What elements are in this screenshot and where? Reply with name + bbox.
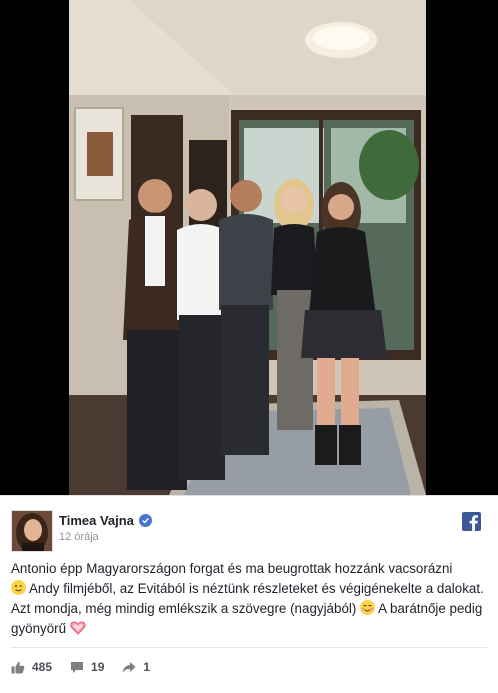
photo-frame xyxy=(0,0,498,495)
post-text: Antonio épp Magyarországon forgat és ma … xyxy=(11,559,487,639)
share-count-button[interactable]: 1 xyxy=(122,660,150,674)
like-count: 485 xyxy=(32,660,53,674)
group-photo-image xyxy=(69,0,426,495)
facebook-logo-icon[interactable] xyxy=(462,512,481,531)
smiling-blush-emoji-icon xyxy=(360,600,376,615)
sparkling-heart-emoji-icon xyxy=(70,620,86,635)
avatar[interactable] xyxy=(11,510,53,552)
comment-bubble-icon xyxy=(71,661,84,673)
comment-count-button[interactable]: 19 xyxy=(70,660,104,674)
post-divider xyxy=(11,647,487,648)
share-arrow-icon xyxy=(122,661,136,673)
share-count: 1 xyxy=(143,660,151,674)
avatar-image xyxy=(12,511,52,551)
post-photo[interactable] xyxy=(69,0,426,495)
comment-count: 19 xyxy=(91,660,105,674)
post-text-part-1: Antonio épp Magyarországon forgat és ma … xyxy=(11,561,453,576)
post-card: Timea Vajna 12 órája Antonio épp Magyaro… xyxy=(0,495,498,693)
post-author[interactable]: Timea Vajna xyxy=(59,513,152,528)
author-name[interactable]: Timea Vajna xyxy=(59,513,134,528)
thumbs-up-icon xyxy=(11,661,25,673)
verified-badge-icon xyxy=(138,514,152,527)
wink-emoji-icon xyxy=(11,580,26,595)
like-count-button[interactable]: 485 xyxy=(11,660,52,674)
post-timestamp[interactable]: 12 órája xyxy=(59,531,99,543)
post-stats-bar: 485 19 1 xyxy=(11,660,150,674)
